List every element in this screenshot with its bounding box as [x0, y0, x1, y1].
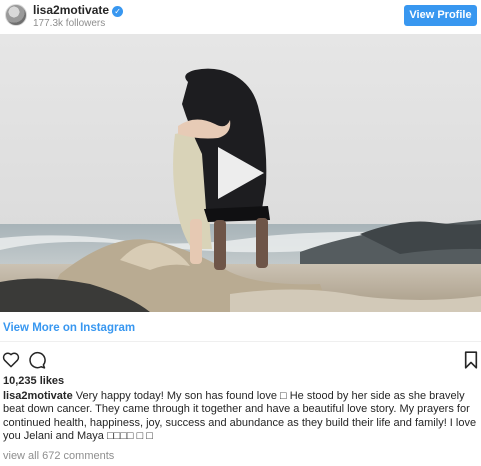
post-header: lisa2motivate ✓ 177.3k followers View Pro…	[0, 0, 481, 34]
avatar[interactable]	[5, 4, 27, 26]
comment-bubble-icon[interactable]	[28, 351, 46, 369]
bookmark-icon[interactable]	[464, 351, 478, 369]
verified-badge-icon: ✓	[112, 6, 124, 17]
view-more-link[interactable]: View More on Instagram	[3, 321, 135, 335]
username-row[interactable]: lisa2motivate ✓	[33, 3, 124, 17]
play-icon[interactable]	[214, 145, 266, 201]
view-comments-link[interactable]: view all 672 comments	[3, 450, 114, 463]
post-video[interactable]	[0, 34, 481, 312]
caption-text: Very happy today! My son has found love …	[3, 390, 477, 443]
view-profile-button[interactable]: View Profile	[404, 5, 477, 26]
like-count[interactable]: 10,235 likes	[3, 375, 64, 388]
caption-username[interactable]: lisa2motivate	[3, 390, 73, 402]
follower-count: 177.3k followers	[33, 18, 106, 29]
divider	[0, 341, 481, 342]
caption: lisa2motivate Very happy today! My son h…	[3, 390, 479, 444]
heart-icon[interactable]	[2, 351, 20, 368]
username[interactable]: lisa2motivate	[33, 3, 109, 17]
